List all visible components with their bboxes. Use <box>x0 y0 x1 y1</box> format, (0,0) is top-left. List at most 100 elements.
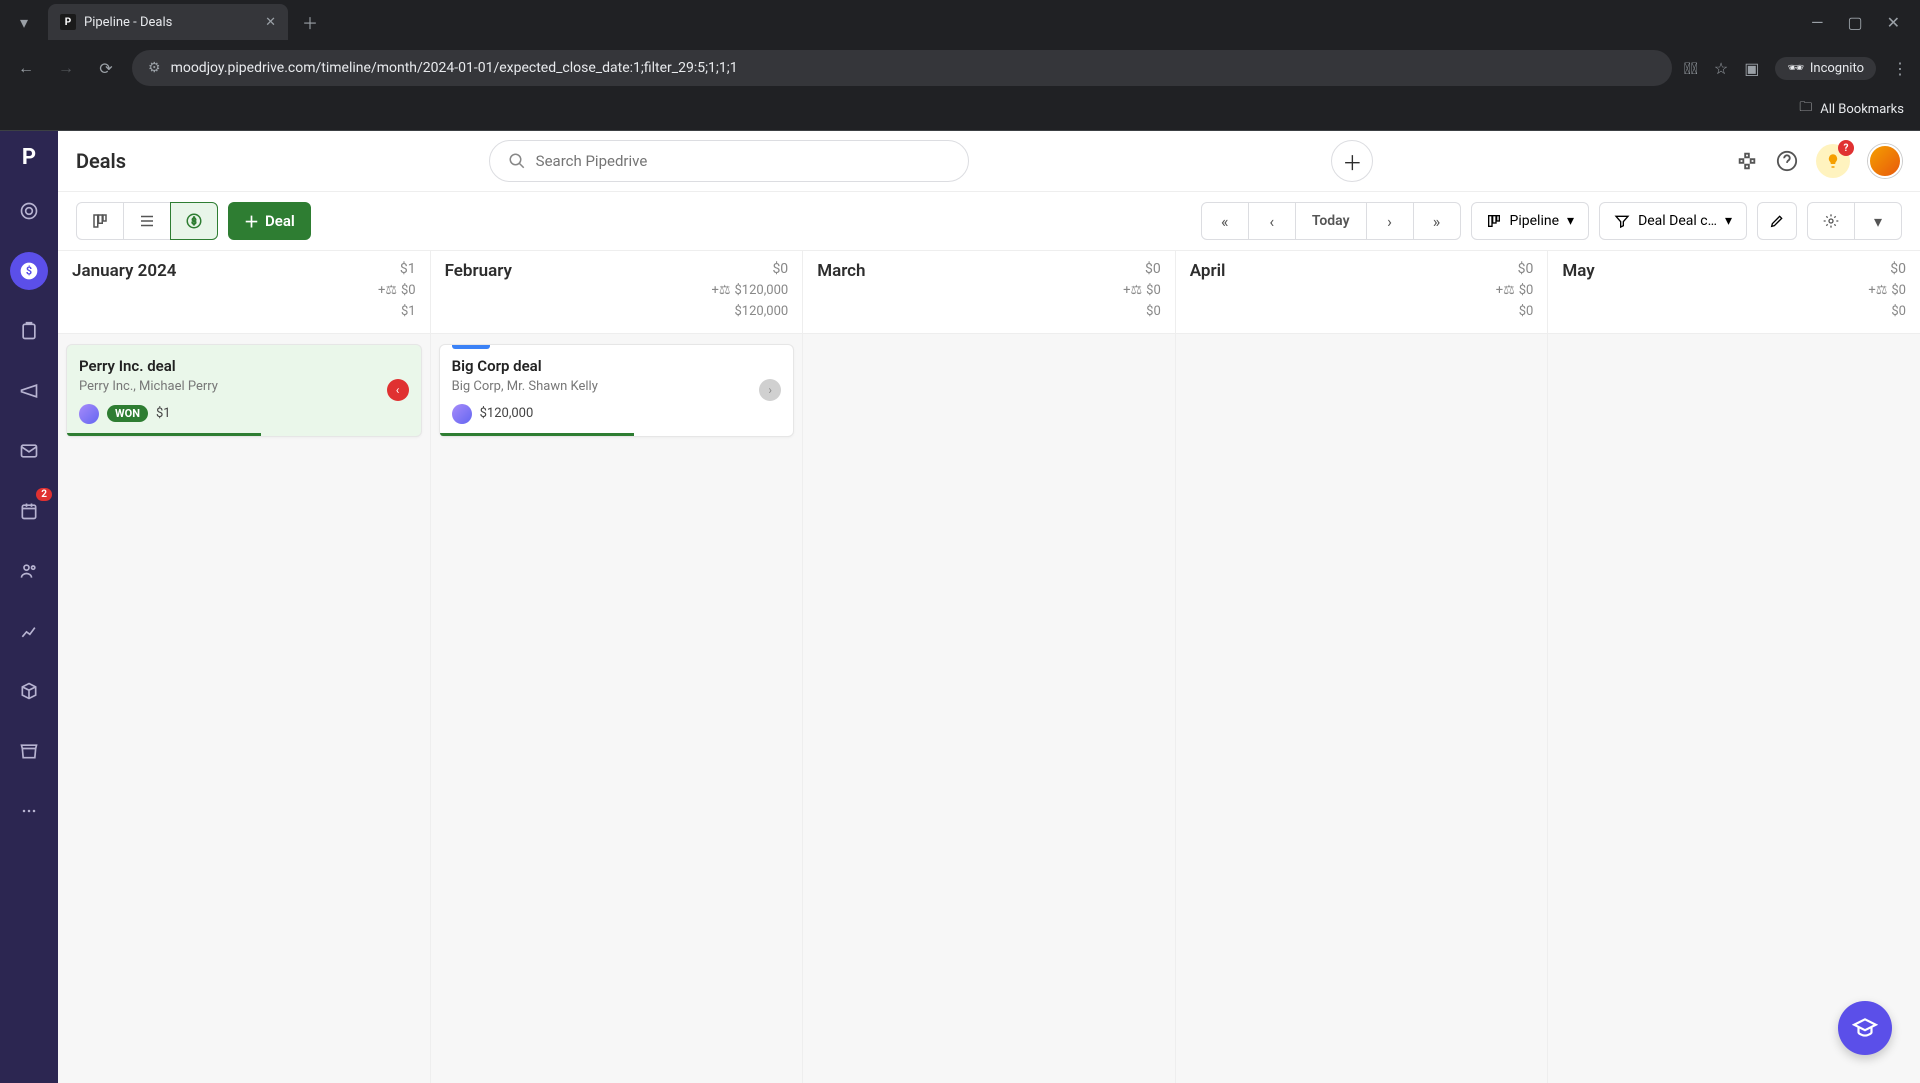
search-input[interactable] <box>536 152 950 170</box>
sidebar-item-insights[interactable] <box>10 612 48 650</box>
url-text: moodjoy.pipedrive.com/timeline/month/202… <box>171 60 738 76</box>
academy-fab[interactable] <box>1838 1001 1892 1055</box>
sidebar-item-more[interactable] <box>10 792 48 830</box>
sidebar-item-activities[interactable]: 2 <box>10 492 48 530</box>
folder-icon: 🗀 <box>1799 98 1812 120</box>
forecast-view-button[interactable]: $ <box>170 202 218 240</box>
apps-icon[interactable] <box>1736 150 1758 172</box>
all-bookmarks-link[interactable]: All Bookmarks <box>1820 102 1904 117</box>
sales-assistant-button[interactable]: ? <box>1816 144 1850 178</box>
sidebar-item-projects[interactable] <box>10 312 48 350</box>
activity-status-none-icon[interactable]: › <box>759 379 781 401</box>
settings-dropdown-button[interactable]: ▾ <box>1854 202 1902 240</box>
window-controls: — ▢ ✕ <box>1811 13 1912 32</box>
close-tab-icon[interactable]: ✕ <box>265 15 276 30</box>
plus-scale-icon: +⚖ <box>1123 281 1142 302</box>
sidebar-item-marketplace[interactable] <box>10 732 48 770</box>
owner-avatar-icon <box>79 404 99 424</box>
back-icon[interactable]: ← <box>12 58 40 78</box>
minimize-icon[interactable]: — <box>1811 13 1824 32</box>
deal-subtitle: Big Corp, Mr. Shawn Kelly <box>452 379 782 394</box>
deal-title: Perry Inc. deal <box>79 357 409 375</box>
sidebar-item-leads[interactable] <box>10 192 48 230</box>
month-label: April <box>1190 261 1226 281</box>
chevron-left-icon: ‹ <box>1269 212 1274 231</box>
prev-button[interactable]: ‹ <box>1248 202 1296 240</box>
month-label: January 2024 <box>72 261 177 281</box>
edit-pipeline-button[interactable] <box>1757 202 1797 240</box>
bookmark-star-icon[interactable]: ☆ <box>1714 59 1728 78</box>
target-icon <box>19 201 39 221</box>
deal-amount: $1 <box>156 406 171 421</box>
jump-back-button[interactable]: « <box>1201 202 1249 240</box>
close-window-icon[interactable]: ✕ <box>1887 13 1900 32</box>
quick-add-button[interactable]: ＋ <box>1331 140 1373 182</box>
activity-status-overdue-icon[interactable]: ‹ <box>387 379 409 401</box>
activities-badge: 2 <box>36 488 52 501</box>
month-secondary: $0 <box>1190 302 1534 323</box>
tabs-dropdown-icon[interactable]: ▾ <box>8 6 40 38</box>
add-deal-button[interactable]: ＋ Deal <box>228 202 311 240</box>
plus-scale-icon: +⚖ <box>1868 281 1887 302</box>
sidebar-item-contacts[interactable] <box>10 552 48 590</box>
month-total: $1 <box>400 261 416 281</box>
top-bar: Deals ＋ ? <box>58 131 1920 191</box>
help-icon[interactable] <box>1776 150 1798 172</box>
stage-stripe <box>452 345 490 349</box>
filter-selector-label: Deal Deal c… <box>1638 213 1717 229</box>
chevrons-right-icon: » <box>1433 212 1441 231</box>
url-input[interactable]: ⚙ moodjoy.pipedrive.com/timeline/month/2… <box>132 50 1672 86</box>
incognito-label: Incognito <box>1810 61 1864 76</box>
deal-subtitle: Perry Inc., Michael Perry <box>79 379 409 394</box>
month-secondary: $120,000 <box>445 302 789 323</box>
settings-button[interactable] <box>1807 202 1855 240</box>
month-total: $0 <box>1518 261 1534 281</box>
toolbar: $ ＋ Deal « ‹ Today › » Pipeline ▾ <box>58 191 1920 251</box>
list-view-button[interactable] <box>123 202 171 240</box>
month-weighted: $0 <box>401 281 416 302</box>
pipeline-selector[interactable]: Pipeline ▾ <box>1471 202 1590 240</box>
chevrons-left-icon: « <box>1221 212 1229 231</box>
pipeline-view-button[interactable] <box>76 202 124 240</box>
eye-off-icon[interactable]: 👁̸ <box>1684 59 1698 78</box>
deal-card[interactable]: Perry Inc. deal Perry Inc., Michael Perr… <box>66 344 422 437</box>
sidebar-item-mail[interactable] <box>10 432 48 470</box>
list-icon <box>138 212 156 230</box>
side-panel-icon[interactable]: ▣ <box>1744 59 1759 78</box>
sidebar-item-products[interactable] <box>10 672 48 710</box>
filter-selector[interactable]: Deal Deal c… ▾ <box>1599 202 1747 240</box>
month-total: $0 <box>772 261 788 281</box>
site-info-icon[interactable]: ⚙ <box>148 60 161 76</box>
pipedrive-logo-icon[interactable]: P <box>22 145 36 170</box>
month-secondary: $0 <box>1562 302 1906 323</box>
maximize-icon[interactable]: ▢ <box>1847 13 1862 32</box>
browser-menu-icon[interactable]: ⋮ <box>1892 59 1908 78</box>
month-header-january: January 2024$1 +⚖$0 $1 <box>58 251 431 333</box>
month-column-february: Big Corp deal Big Corp, Mr. Shawn Kelly … <box>431 334 804 1083</box>
filter-icon <box>1614 213 1630 229</box>
bulb-icon <box>1824 152 1842 170</box>
box-icon <box>19 681 39 701</box>
sidebar-item-deals[interactable]: $ <box>10 252 48 290</box>
deal-card[interactable]: Big Corp deal Big Corp, Mr. Shawn Kelly … <box>439 344 795 437</box>
sidebar-item-campaigns[interactable] <box>10 372 48 410</box>
browser-tab[interactable]: P Pipeline - Deals ✕ <box>48 4 288 40</box>
reload-icon[interactable]: ⟳ <box>92 59 120 78</box>
settings-group: ▾ <box>1807 202 1902 240</box>
forward-icon[interactable]: → <box>52 58 80 78</box>
clipboard-icon <box>19 321 39 341</box>
next-button[interactable]: › <box>1366 202 1414 240</box>
search-icon <box>508 152 526 170</box>
browser-chrome: ▾ P Pipeline - Deals ✕ ＋ — ▢ ✕ ← → ⟳ ⚙ m… <box>0 0 1920 131</box>
search-box[interactable] <box>489 140 969 182</box>
new-tab-button[interactable]: ＋ <box>296 4 324 40</box>
bookmarks-bar: 🗀 All Bookmarks <box>0 92 1920 131</box>
today-button[interactable]: Today <box>1295 202 1367 240</box>
svg-text:$: $ <box>192 216 197 227</box>
jump-forward-button[interactable]: » <box>1413 202 1461 240</box>
incognito-badge[interactable]: 🕶 Incognito <box>1775 57 1876 80</box>
kanban-icon <box>1486 213 1502 229</box>
page-title: Deals <box>76 149 126 173</box>
month-secondary: $1 <box>72 302 416 323</box>
user-avatar[interactable] <box>1868 144 1902 178</box>
